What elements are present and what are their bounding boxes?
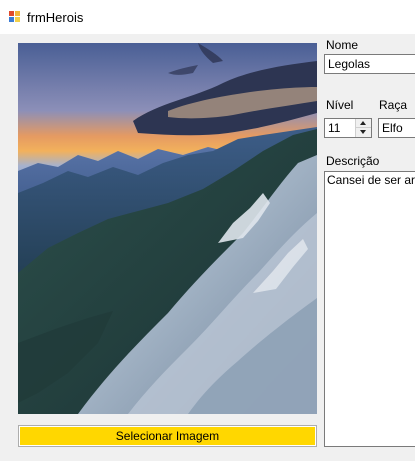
mountain-landscape-image [18, 43, 317, 414]
form-client-area: Selecionar Imagem Nome Legolas Nível 11 … [0, 34, 415, 461]
race-input[interactable]: Elfo [378, 118, 415, 138]
window-title: frmHerois [27, 10, 84, 25]
title-bar[interactable]: frmHerois [0, 0, 415, 34]
select-image-button[interactable]: Selecionar Imagem [18, 425, 317, 447]
race-label: Raça [379, 98, 408, 112]
hero-details-panel: Nome Legolas Nível 11 Raça Elfo Descriçã… [323, 34, 415, 461]
form-window: frmHerois Selecionar Imagem Nome Legolas… [0, 0, 415, 461]
level-down-button[interactable] [356, 128, 371, 137]
description-label: Descrição [326, 154, 380, 168]
name-input[interactable]: Legolas [324, 54, 415, 74]
level-up-button[interactable] [356, 119, 371, 128]
chevron-down-icon [360, 130, 366, 134]
description-textarea[interactable]: Cansei de ser arque [324, 171, 415, 447]
app-icon[interactable] [9, 11, 20, 22]
hero-picture-box[interactable] [18, 43, 317, 414]
name-label: Nome [326, 38, 359, 52]
chevron-up-icon [360, 121, 366, 125]
level-value: 11 [328, 121, 341, 135]
level-stepper[interactable]: 11 [324, 118, 372, 138]
level-label: Nível [326, 98, 354, 112]
